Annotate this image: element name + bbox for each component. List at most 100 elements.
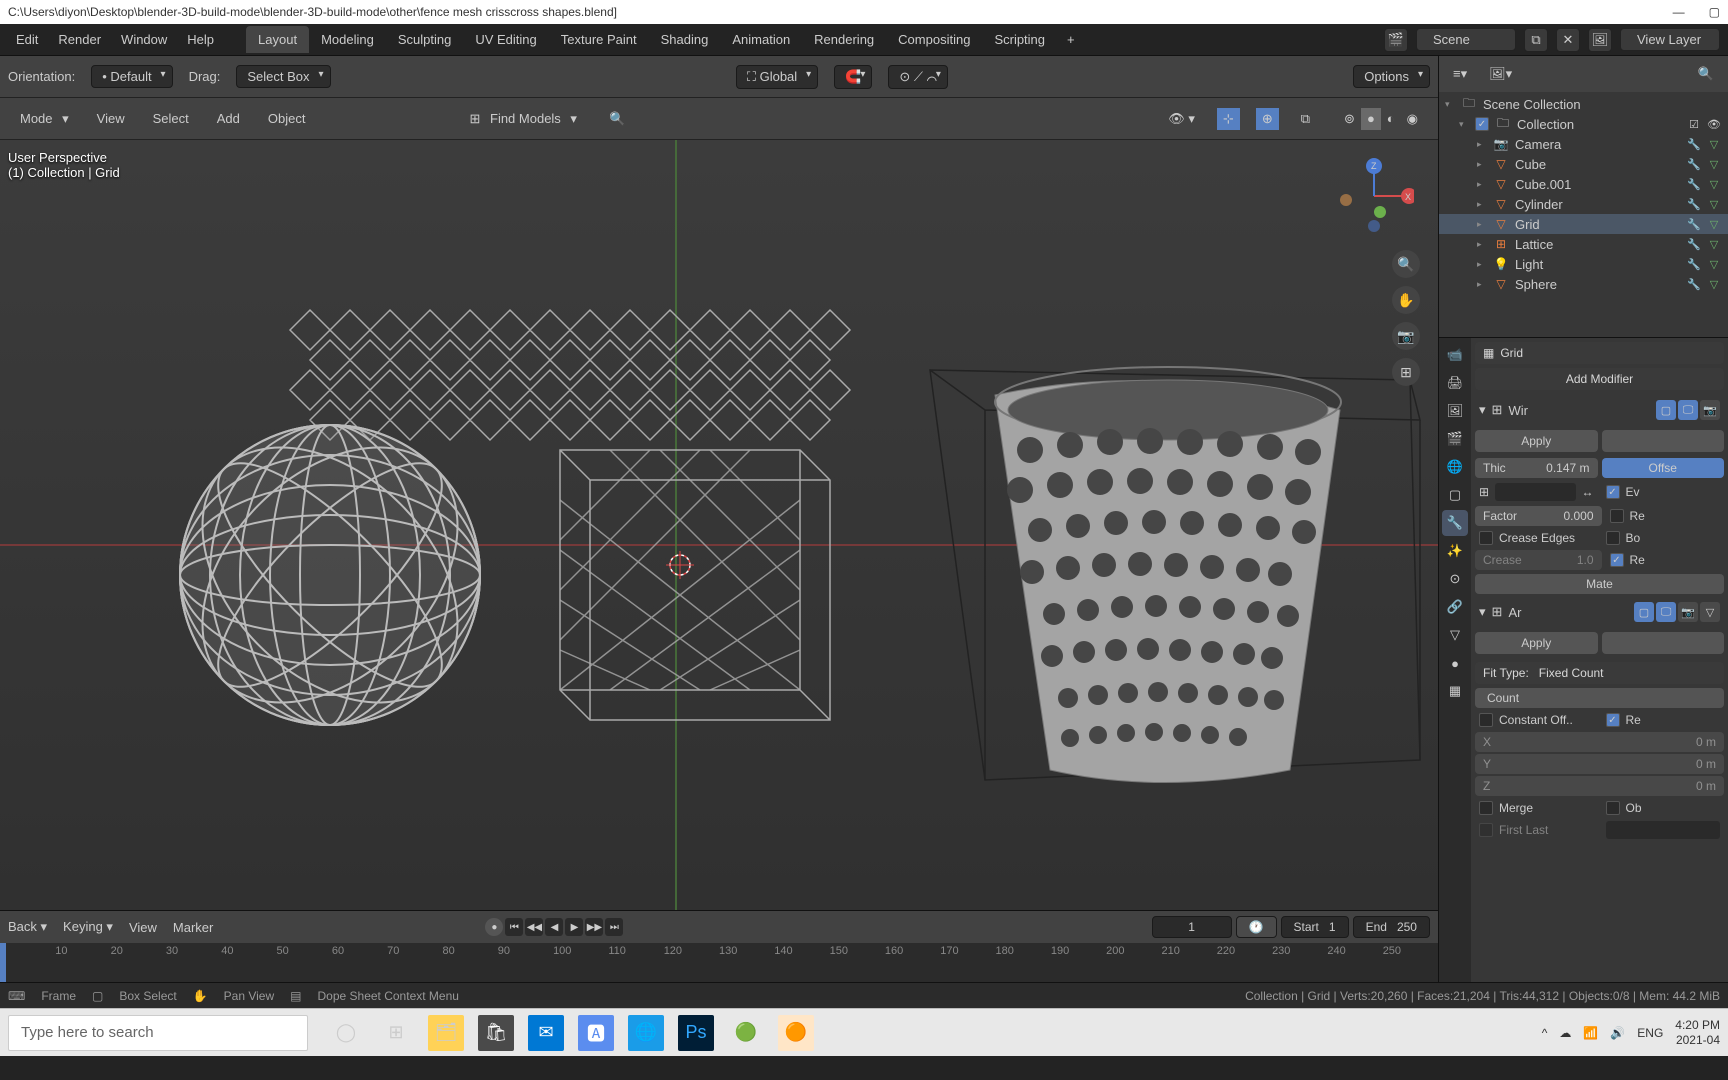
add-modifier-button[interactable]: Add Modifier	[1475, 368, 1724, 390]
apply-array-button[interactable]: Apply	[1475, 632, 1598, 654]
invert-icon[interactable]: ↔	[1582, 485, 1594, 499]
viewport-options-dropdown[interactable]: Options	[1353, 65, 1430, 88]
shading-solid[interactable]: ●	[1361, 108, 1381, 130]
outliner-item-cube-001[interactable]: ▸▽Cube.001🔧▽	[1439, 174, 1728, 194]
crease-edges-checkbox[interactable]	[1479, 531, 1493, 545]
viewport-3d[interactable]: User Perspective (1) Collection | Grid	[0, 140, 1438, 910]
taskbar-search-input[interactable]: Type here to search	[8, 1015, 308, 1051]
outliner-collection[interactable]: ▾✓🗀Collection ☑👁	[1439, 114, 1728, 134]
modifier-wireframe-header[interactable]: ▾⊞Wir ▢🖵📷	[1475, 394, 1724, 426]
outliner-item-cylinder[interactable]: ▸▽Cylinder🔧▽	[1439, 194, 1728, 214]
boundary-checkbox[interactable]	[1606, 531, 1620, 545]
ortho-toggle-icon[interactable]: ⊞	[1392, 358, 1420, 386]
xray-toggle[interactable]: ⧉	[1295, 108, 1316, 130]
store-icon[interactable]: 🛍	[478, 1015, 514, 1051]
timeline-marker-menu[interactable]: Marker	[173, 920, 213, 935]
onedrive-icon[interactable]: ☁	[1559, 1026, 1571, 1040]
tab-sculpting[interactable]: Sculpting	[386, 26, 463, 53]
taskbar-clock[interactable]: 4:20 PM2021-04	[1675, 1018, 1720, 1047]
vgroup-icon[interactable]: ⊞	[1479, 485, 1489, 499]
tab-scripting[interactable]: Scripting	[982, 26, 1057, 53]
photoshop-icon[interactable]: Ps	[678, 1015, 714, 1051]
shading-wireframe[interactable]: ⊚	[1338, 108, 1361, 130]
chrome-icon[interactable]: 🟢	[728, 1015, 764, 1051]
pan-icon[interactable]: ✋	[1392, 286, 1420, 314]
viewlayer-icon[interactable]: 🖼	[1588, 28, 1612, 52]
obj-offset-field[interactable]	[1606, 821, 1721, 839]
mode-dropdown[interactable]: Mode ▾	[8, 109, 75, 129]
outliner-item-grid[interactable]: ▸▽Grid🔧▽	[1439, 214, 1728, 234]
end-frame-field[interactable]: End 250	[1353, 916, 1430, 938]
prop-tab-output[interactable]: 🖨	[1442, 370, 1468, 396]
copy-wireframe-button[interactable]	[1602, 430, 1725, 452]
keying-dropdown[interactable]: Keying ▾	[63, 919, 113, 935]
viewlayer-field[interactable]: View Layer	[1620, 28, 1720, 51]
app1-icon[interactable]: 🅰	[578, 1015, 614, 1051]
outliner-display-icon[interactable]: 🖼▾	[1481, 63, 1520, 85]
search-icon[interactable]: 🔍	[599, 108, 635, 130]
jump-end-icon[interactable]: ⏭	[605, 918, 623, 936]
tab-shading[interactable]: Shading	[649, 26, 721, 53]
first-last-checkbox[interactable]	[1479, 823, 1493, 837]
playback-dropdown[interactable]: Back ▾	[8, 919, 47, 935]
mod-display-render-icon[interactable]: 📷	[1700, 400, 1720, 420]
arr-extra-icon[interactable]: ▽	[1700, 602, 1720, 622]
prop-tab-mesh[interactable]: ▽	[1442, 622, 1468, 648]
arr-display-render-icon[interactable]: 📷	[1678, 602, 1698, 622]
arr-display-realtime-icon[interactable]: 🖵	[1656, 602, 1676, 622]
tab-compositing[interactable]: Compositing	[886, 26, 982, 53]
current-frame-field[interactable]: 1	[1152, 916, 1232, 938]
prop-tab-scene[interactable]: 🎬	[1442, 426, 1468, 452]
relative-checkbox[interactable]	[1610, 509, 1624, 523]
fit-type-dropdown[interactable]: Fixed Count	[1539, 666, 1604, 680]
explorer-icon[interactable]: 🗂	[428, 1015, 464, 1051]
outliner-item-camera[interactable]: ▸📷Camera🔧▽	[1439, 134, 1728, 154]
modifier-array-header[interactable]: ▾⊞Ar ▢🖵📷▽	[1475, 596, 1724, 628]
orientation-dropdown[interactable]: • Default	[91, 65, 172, 88]
mod-display-edit-icon[interactable]: ▢	[1656, 400, 1676, 420]
menu-add[interactable]: Add	[211, 109, 246, 128]
menu-view[interactable]: View	[91, 109, 131, 128]
offset-z-field[interactable]: Z0 m	[1475, 776, 1724, 796]
offset-x-field[interactable]: X0 m	[1475, 732, 1724, 752]
tab-texture-paint[interactable]: Texture Paint	[549, 26, 649, 53]
collection-exclude-icon[interactable]: ☑	[1686, 116, 1702, 132]
tray-up-icon[interactable]: ^	[1542, 1026, 1548, 1040]
cortana-icon[interactable]: ◯	[328, 1015, 364, 1051]
prop-tab-viewlayer[interactable]: 🖼	[1442, 398, 1468, 424]
outliner-item-lattice[interactable]: ▸⊞Lattice🔧▽	[1439, 234, 1728, 254]
snap-toggle[interactable]: 🧲	[834, 65, 872, 89]
timeline-view-menu[interactable]: View	[129, 920, 157, 935]
camera-view-icon[interactable]: 📷	[1392, 322, 1420, 350]
menu-select[interactable]: Select	[147, 109, 195, 128]
clock-icon[interactable]: 🕐	[1236, 916, 1277, 938]
prop-tab-material[interactable]: ●	[1442, 650, 1468, 676]
maximize-button[interactable]: ▢	[1709, 5, 1720, 19]
language-indicator[interactable]: ENG	[1637, 1026, 1663, 1040]
arr-display-edit-icon[interactable]: ▢	[1634, 602, 1654, 622]
menu-edit[interactable]: Edit	[8, 28, 46, 51]
overlay-toggle[interactable]: ⊕	[1256, 108, 1279, 130]
tab-uv[interactable]: UV Editing	[463, 26, 548, 53]
play-icon[interactable]: ▶	[565, 918, 583, 936]
drag-dropdown[interactable]: Select Box	[236, 65, 330, 88]
outliner-search-icon[interactable]: 🔍	[1690, 63, 1722, 85]
count-field[interactable]: Count	[1475, 688, 1724, 708]
zoom-icon[interactable]: 🔍	[1392, 250, 1420, 278]
menu-window[interactable]: Window	[113, 28, 175, 51]
find-models-dropdown[interactable]: ⊞ Find Models ▾	[463, 109, 582, 129]
offset-field[interactable]: Offse	[1602, 458, 1725, 478]
prop-tab-physics[interactable]: ⊙	[1442, 566, 1468, 592]
playhead[interactable]	[0, 943, 6, 982]
menu-help[interactable]: Help	[179, 28, 222, 51]
outliner-item-cube[interactable]: ▸▽Cube🔧▽	[1439, 154, 1728, 174]
prop-tab-render[interactable]: 📹	[1442, 342, 1468, 368]
prop-tab-texture[interactable]: ▦	[1442, 678, 1468, 704]
menu-render[interactable]: Render	[50, 28, 109, 51]
outliner-item-light[interactable]: ▸💡Light🔧▽	[1439, 254, 1728, 274]
replace-checkbox[interactable]: ✓	[1610, 553, 1624, 567]
prop-tab-modifier[interactable]: 🔧	[1442, 510, 1468, 536]
vgroup-field[interactable]	[1495, 483, 1575, 501]
factor-field[interactable]: Factor0.000	[1475, 506, 1602, 526]
prop-tab-constraints[interactable]: 🔗	[1442, 594, 1468, 620]
